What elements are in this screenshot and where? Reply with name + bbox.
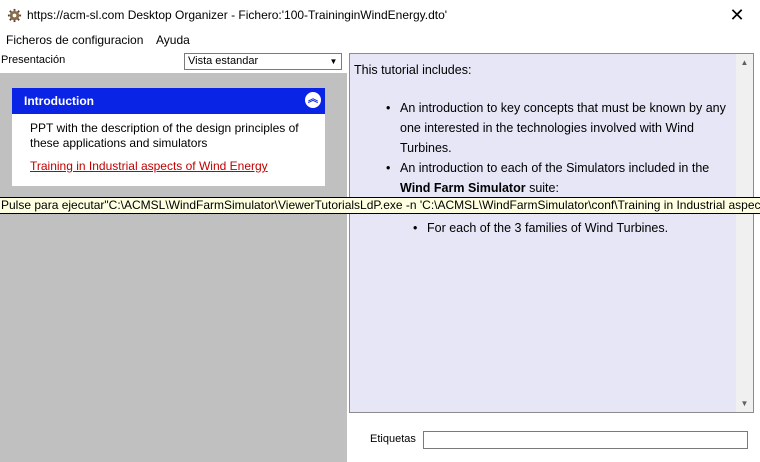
panel-description: PPT with the description of the design p… [30, 121, 299, 150]
close-button[interactable]: ✕ [714, 0, 760, 31]
tags-input[interactable] [423, 431, 748, 449]
bullet-text: An introduction to key concepts that mus… [400, 101, 726, 155]
left-pane: Presentación Vista estandar ▼ Introducti… [0, 51, 347, 462]
bullet-icon: • [413, 221, 418, 235]
menu-ayuda[interactable]: Ayuda [156, 33, 190, 47]
menu-ficheros[interactable]: Ficheros de configuracion [6, 33, 143, 47]
tooltip: Pulse para ejecutar"C:\ACMSL\WindFarmSim… [0, 197, 760, 214]
collapse-icon[interactable]: ︽ [305, 92, 321, 108]
presentation-select-value: Vista estandar [188, 55, 259, 67]
scroll-down-icon[interactable]: ▼ [736, 395, 753, 412]
introduction-panel: Introduction ︽ PPT with the description … [12, 88, 325, 186]
content-intro: This tutorial includes: [354, 63, 472, 77]
window-title: https://acm-sl.com Desktop Organizer - F… [27, 8, 448, 22]
sub-bullet-item: • For each of the 3 families of Wind Tur… [354, 218, 747, 238]
description-viewer[interactable]: This tutorial includes: • An introductio… [349, 53, 754, 413]
right-pane: This tutorial includes: • An introductio… [347, 51, 760, 462]
bullet-item: • An introduction to key concepts that m… [354, 98, 734, 158]
presentation-label: Presentación [1, 54, 66, 66]
product-name: Wind Farm Simulator [400, 181, 526, 195]
chevron-down-icon[interactable]: ▼ [326, 54, 341, 69]
title-bar: https://acm-sl.com Desktop Organizer - F… [0, 0, 760, 31]
bullet-icon: • [386, 101, 391, 115]
bullet-icon: • [386, 161, 391, 175]
panel-header[interactable]: Introduction ︽ [12, 88, 325, 114]
vertical-scrollbar[interactable]: ▲ ▼ [736, 54, 753, 412]
presentation-row: Presentación Vista estandar ▼ [0, 51, 347, 73]
panel-title: Introduction [24, 94, 94, 108]
menu-bar: Ficheros de configuracion Ayuda [0, 31, 760, 51]
presentation-select[interactable]: Vista estandar ▼ [184, 53, 342, 70]
suite-suffix: suite: [525, 181, 559, 195]
training-link[interactable]: Training in Industrial aspects of Wind E… [30, 159, 268, 173]
bullet-text: An introduction to each of the Simulator… [400, 161, 710, 175]
gear-app-icon [7, 8, 22, 23]
tags-label: Etiquetas [370, 433, 416, 445]
close-icon: ✕ [729, 5, 745, 26]
bullet-item: • An introduction to each of the Simulat… [354, 158, 734, 198]
scroll-up-icon[interactable]: ▲ [736, 54, 753, 71]
sub-bullet-text: For each of the 3 families of Wind Turbi… [427, 221, 669, 235]
